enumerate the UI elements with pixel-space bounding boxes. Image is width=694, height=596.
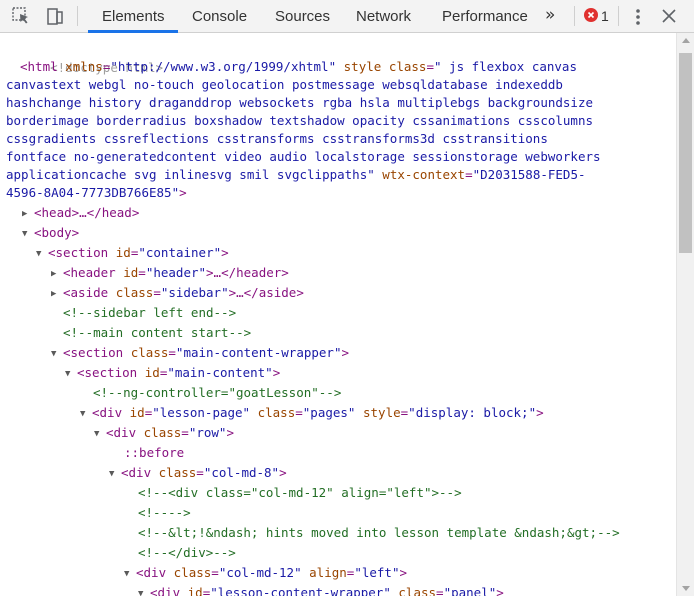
comment-node[interactable]: <!--ng-controller="goatLesson"--> (93, 383, 341, 403)
collapse-triangle-icon[interactable]: ▼ (138, 584, 150, 596)
comment-node[interactable]: <!--&lt;!&ndash; hints moved into lesson… (138, 523, 620, 543)
error-circle-icon[interactable] (584, 8, 598, 22)
collapse-triangle-icon[interactable]: ▼ (22, 224, 34, 244)
collapse-triangle-icon[interactable]: ▼ (94, 424, 106, 444)
section-main-content-wrapper-node[interactable]: ▼ <section class="main-content-wrapper"> (51, 343, 349, 363)
device-toolbar-icon[interactable] (45, 6, 65, 26)
vertical-scrollbar[interactable] (676, 33, 694, 596)
div-col-md-12-node[interactable]: ▼ <div class="col-md-12" align="left"> (124, 563, 407, 583)
body-node[interactable]: ▼ <body> (22, 223, 79, 243)
div-col-md-8-node[interactable]: ▼ <div class="col-md-8"> (109, 463, 287, 483)
scroll-down-arrow-icon[interactable] (682, 586, 690, 591)
collapse-triangle-icon[interactable]: ▼ (109, 464, 121, 484)
more-tabs-button[interactable]: » (545, 0, 555, 33)
expand-triangle-icon[interactable]: ▶ (51, 284, 63, 304)
head-node[interactable]: ▶ <head>…</head> (22, 203, 139, 223)
collapse-triangle-icon[interactable]: ▼ (36, 244, 48, 264)
scroll-up-arrow-icon[interactable] (682, 38, 690, 43)
comment-node[interactable]: <!--</div>--> (138, 543, 236, 563)
error-count[interactable]: 1 (601, 0, 609, 33)
collapse-triangle-icon[interactable]: ▼ (51, 344, 63, 364)
expand-triangle-icon[interactable]: ▶ (51, 264, 63, 284)
pseudo-before-node[interactable]: ::before (124, 443, 184, 463)
aside-node[interactable]: ▶ <aside class="sidebar">…</aside> (51, 283, 304, 303)
html-class-line: cssgradients cssreflections csstransform… (6, 131, 548, 146)
div-lesson-content-wrapper-node[interactable]: ▼ <div id="lesson-content-wrapper" class=… (138, 583, 504, 596)
html-class-line: borderimage borderradius boxshadow texts… (6, 113, 593, 128)
toolbar-separator (77, 6, 78, 26)
devtools-toolbar: Elements Console Sources Network Perform… (0, 0, 694, 33)
collapse-triangle-icon[interactable]: ▼ (124, 564, 136, 584)
toolbar-separator (574, 6, 575, 26)
html-class-line-last: applicationcache svg inlinesvg smil svgc… (6, 167, 586, 182)
collapse-triangle-icon[interactable]: ▼ (65, 364, 77, 384)
toolbar-separator (618, 6, 619, 26)
html-class-line: hashchange history draganddrop websocket… (6, 95, 593, 110)
tab-performance[interactable]: Performance (442, 0, 528, 33)
header-node[interactable]: ▶ <header id="header">…</header> (51, 263, 289, 283)
section-main-content-node[interactable]: ▼ <section id="main-content"> (65, 363, 280, 383)
close-icon[interactable] (661, 8, 677, 24)
comment-node[interactable]: <!----> (138, 503, 191, 523)
div-lesson-page-node[interactable]: ▼ <div id="lesson-page" class="pages" sty… (80, 403, 544, 423)
elements-dom-tree[interactable]: <!doctype html> <html xmlns="http://www.… (0, 33, 676, 596)
tab-console[interactable]: Console (192, 0, 247, 33)
tab-elements[interactable]: Elements (88, 0, 178, 33)
html-node[interactable]: <html xmlns="http://www.w3.org/1999/xhtm… (20, 58, 577, 76)
tab-network[interactable]: Network (356, 0, 411, 33)
comment-node[interactable]: <!--<div class="col-md-12" align="left">… (138, 483, 462, 503)
scrollbar-thumb[interactable] (679, 53, 692, 253)
section-container-node[interactable]: ▼ <section id="container"> (36, 243, 229, 263)
div-row-node[interactable]: ▼ <div class="row"> (94, 423, 234, 443)
comment-node[interactable]: <!--main content start--> (63, 323, 251, 343)
html-class-line: fontface no-generatedcontent video audio… (6, 149, 601, 164)
collapse-triangle-icon[interactable]: ▼ (80, 404, 92, 424)
kebab-menu-icon[interactable] (634, 7, 642, 27)
expand-triangle-icon[interactable]: ▶ (22, 204, 34, 224)
tab-sources[interactable]: Sources (275, 0, 330, 33)
comment-node[interactable]: <!--sidebar left end--> (63, 303, 236, 323)
html-wtx-context-line: 4596-8A04-7773DB766E85"> (6, 185, 187, 200)
doctype-node[interactable]: <!doctype html> (20, 38, 163, 75)
inspect-element-icon[interactable] (11, 6, 31, 26)
html-class-line: canvastext webgl no-touch geolocation po… (6, 77, 563, 92)
